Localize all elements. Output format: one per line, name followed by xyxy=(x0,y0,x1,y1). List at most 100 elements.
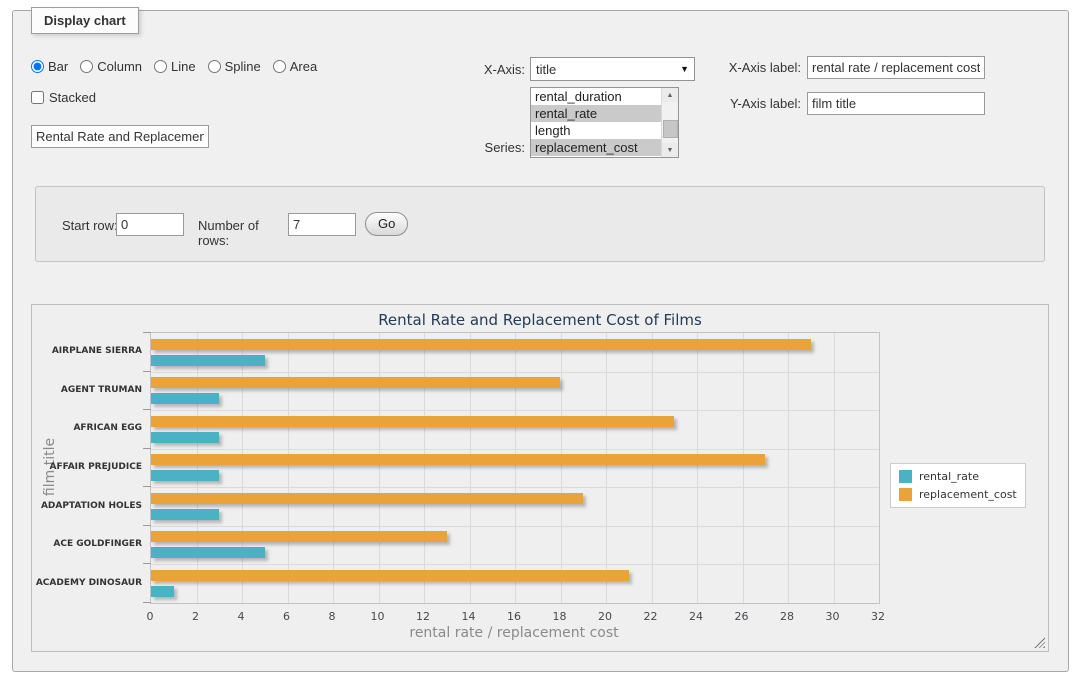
y-tick-mark xyxy=(143,332,151,333)
gridline-x xyxy=(515,333,516,603)
y-axis-label-label: Y-Axis label: xyxy=(713,96,801,111)
scroll-up-icon[interactable]: ▲ xyxy=(662,88,678,102)
y-tick-mark xyxy=(143,563,151,564)
gridline-y xyxy=(151,526,879,527)
chart-legend: rental_ratereplacement_cost xyxy=(890,463,1026,508)
gridline-y xyxy=(151,449,879,450)
x-tick-label: 0 xyxy=(130,610,170,623)
series-listbox[interactable]: rental_durationrental_ratelengthreplacem… xyxy=(530,87,679,158)
x-tick-label: 20 xyxy=(585,610,625,623)
row-controls-panel: Start row: Number of rows: Go xyxy=(35,186,1045,262)
y-tick-mark xyxy=(143,448,151,449)
x-tick-label: 18 xyxy=(540,610,580,623)
gridline-x xyxy=(379,333,380,603)
x-tick-label: 16 xyxy=(494,610,534,623)
y-axis-label-input[interactable] xyxy=(807,92,985,115)
chart-title-input[interactable] xyxy=(31,125,209,148)
bar-rental_rate xyxy=(151,586,174,597)
gridline-x xyxy=(743,333,744,603)
bar-rental_rate xyxy=(151,432,219,443)
x-tick-label: 8 xyxy=(312,610,352,623)
x-axis-title: rental rate / replacement cost xyxy=(150,625,878,641)
bar-rental_rate xyxy=(151,509,219,520)
y-tick-label: ACADEMY DINOSAUR xyxy=(32,578,142,588)
bar-replacement_cost xyxy=(151,454,765,465)
stacked-checkbox[interactable] xyxy=(31,91,44,104)
y-tick-label: AFFAIR PREJUDICE xyxy=(32,462,142,472)
series-option-rental_rate[interactable]: rental_rate xyxy=(531,105,661,122)
gridline-x xyxy=(834,333,835,603)
y-tick-label: ADAPTATION HOLES xyxy=(32,501,142,511)
series-listbox-scrollbar[interactable]: ▲ ▼ xyxy=(661,88,678,157)
x-axis-label-input[interactable] xyxy=(807,56,985,79)
chart-type-option-area[interactable]: Area xyxy=(273,59,317,74)
chart-type-option-line[interactable]: Line xyxy=(154,59,196,74)
radio-bar[interactable] xyxy=(31,60,44,73)
fieldset-legend: Display chart xyxy=(31,7,139,34)
radio-area[interactable] xyxy=(273,60,286,73)
gridline-y xyxy=(151,410,879,411)
scrollbar-track[interactable] xyxy=(662,102,678,143)
bar-rental_rate xyxy=(151,470,219,481)
bar-replacement_cost xyxy=(151,339,811,350)
gridline-x xyxy=(288,333,289,603)
chart-type-option-column[interactable]: Column xyxy=(80,59,142,74)
y-tick-label: AIRPLANE SIERRA xyxy=(32,346,142,356)
chart-canvas: Rental Rate and Replacement Cost of Film… xyxy=(31,304,1049,652)
num-rows-input[interactable] xyxy=(288,213,356,236)
x-tick-label: 24 xyxy=(676,610,716,623)
bar-replacement_cost xyxy=(151,416,674,427)
gridline-y xyxy=(151,564,879,565)
legend-item-replacement_cost: replacement_cost xyxy=(899,488,1017,501)
legend-swatch xyxy=(899,470,912,483)
y-tick-label: ACE GOLDFINGER xyxy=(32,539,142,549)
start-row-input[interactable] xyxy=(116,213,184,236)
radio-line[interactable] xyxy=(154,60,167,73)
y-tick-mark xyxy=(143,409,151,410)
gridline-x xyxy=(606,333,607,603)
chart-title: Rental Rate and Replacement Cost of Film… xyxy=(32,311,1048,329)
x-tick-label: 28 xyxy=(767,610,807,623)
x-tick-label: 14 xyxy=(449,610,489,623)
bar-rental_rate xyxy=(151,547,265,558)
radio-label-bar: Bar xyxy=(48,59,68,74)
gridline-x xyxy=(424,333,425,603)
chart-type-options: Bar Column Line Spline Area xyxy=(31,59,329,74)
bar-replacement_cost xyxy=(151,531,447,542)
plot-area xyxy=(150,332,880,604)
stacked-label: Stacked xyxy=(49,90,96,105)
x-tick-label: 12 xyxy=(403,610,443,623)
radio-column[interactable] xyxy=(80,60,93,73)
radio-label-spline: Spline xyxy=(225,59,261,74)
series-option-rental_duration[interactable]: rental_duration xyxy=(531,88,661,105)
num-rows-label: Number of rows: xyxy=(198,218,293,248)
x-tick-label: 22 xyxy=(631,610,671,623)
y-tick-label: AFRICAN EGG xyxy=(32,423,142,433)
gridline-x xyxy=(197,333,198,603)
gridline-x xyxy=(333,333,334,603)
gridline-x xyxy=(470,333,471,603)
bar-replacement_cost xyxy=(151,377,560,388)
x-tick-label: 32 xyxy=(858,610,898,623)
chart-type-option-bar[interactable]: Bar xyxy=(31,59,68,74)
x-axis-label-label: X-Axis label: xyxy=(713,60,801,75)
x-tick-label: 30 xyxy=(813,610,853,623)
chart-resize-handle[interactable] xyxy=(1034,637,1045,648)
legend-swatch xyxy=(899,488,912,501)
radio-spline[interactable] xyxy=(208,60,221,73)
chart-type-option-spline[interactable]: Spline xyxy=(208,59,261,74)
radio-label-column: Column xyxy=(97,59,142,74)
go-button[interactable]: Go xyxy=(365,212,408,236)
gridline-x xyxy=(788,333,789,603)
series-option-length[interactable]: length xyxy=(531,122,661,139)
gridline-x xyxy=(242,333,243,603)
x-axis-select[interactable]: title ▼ xyxy=(530,57,695,81)
radio-label-area: Area xyxy=(290,59,317,74)
scrollbar-thumb[interactable] xyxy=(663,120,678,138)
scroll-down-icon[interactable]: ▼ xyxy=(662,143,678,157)
x-tick-label: 10 xyxy=(358,610,398,623)
chevron-down-icon: ▼ xyxy=(680,64,689,74)
x-axis-select-label: X-Axis: xyxy=(433,62,525,77)
series-option-replacement_cost[interactable]: replacement_cost xyxy=(531,139,661,156)
y-tick-label: AGENT TRUMAN xyxy=(32,385,142,395)
